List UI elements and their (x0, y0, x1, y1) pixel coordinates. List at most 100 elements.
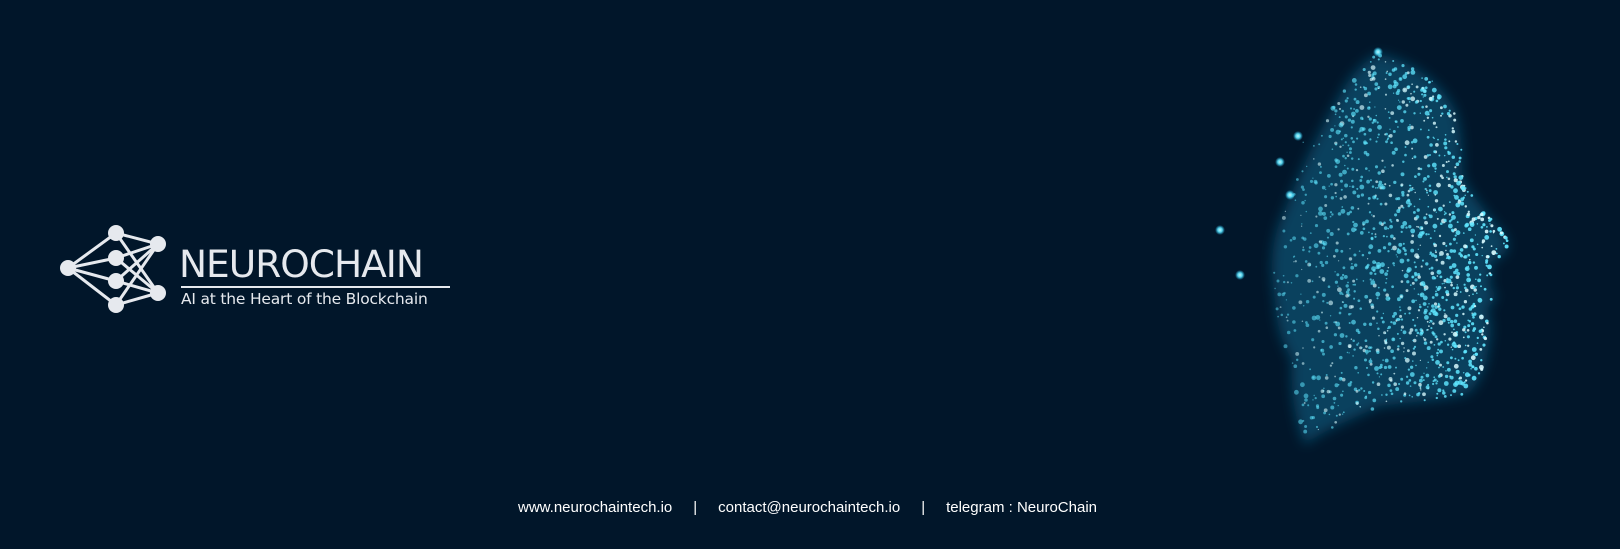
particle-dot (1468, 307, 1473, 311)
brand-logo: NEUROCHAIN AI at the Heart of the Blockc… (58, 225, 478, 325)
particle-dot (1391, 150, 1396, 155)
particle-dot (1420, 227, 1424, 230)
particle-dot (1466, 277, 1471, 283)
particle-dot (1443, 104, 1447, 109)
particle-dot (1362, 227, 1366, 231)
particle-dot (1419, 99, 1422, 103)
email-link[interactable]: contact@neurochaintech.io (718, 499, 900, 517)
particle-dot (1402, 242, 1405, 245)
particle-dot (1316, 290, 1319, 294)
particle-dot (1456, 142, 1459, 146)
particle-dot (1367, 115, 1370, 118)
particle-dot (1420, 88, 1424, 92)
particle-dot (1318, 143, 1321, 146)
particle-dot (1405, 375, 1409, 378)
particle-dot (1350, 157, 1354, 160)
particle-dot (1383, 331, 1387, 335)
particle-dot (1474, 265, 1478, 270)
particle-dot (1375, 140, 1378, 143)
particle-dot (1376, 197, 1379, 200)
particle-dot (1319, 260, 1323, 265)
particle-dot (1344, 164, 1346, 167)
particle-dot (1387, 365, 1392, 369)
brand-name: NEUROCHAIN (179, 242, 424, 286)
particle-dot (1421, 259, 1425, 262)
particle-dot (1392, 262, 1395, 265)
particle-dot (1399, 309, 1402, 312)
particle-dot (1313, 158, 1315, 160)
particle-dot (1486, 321, 1489, 325)
particle-dot (1407, 368, 1411, 371)
particle-dot (1335, 241, 1339, 245)
particle-dot (1387, 137, 1390, 140)
particle-dot (1384, 61, 1387, 63)
particle-dot (1472, 329, 1476, 332)
particle-dot (1351, 167, 1355, 171)
particle-dot (1446, 112, 1451, 116)
particle-dot (1354, 263, 1358, 267)
particle-dot (1440, 114, 1442, 117)
particle-dot (1408, 379, 1412, 382)
particle-dot (1277, 315, 1279, 318)
particle-dot (1307, 404, 1310, 407)
particle-dot (1300, 185, 1304, 189)
particle-dot (1372, 260, 1376, 264)
particle-dot (1406, 85, 1411, 89)
particle-dot (1449, 356, 1453, 360)
particle-dot (1392, 356, 1396, 360)
particle-dot (1331, 213, 1334, 216)
particle-dot (1431, 358, 1435, 361)
particle-dot (1339, 197, 1343, 200)
particle-dot (1435, 99, 1439, 103)
particle-dot (1384, 78, 1387, 80)
particle-dot (1347, 344, 1352, 348)
particle-dot (1428, 312, 1432, 316)
particle-dot (1467, 260, 1472, 265)
particle-dot (1368, 211, 1372, 214)
particle-dot (1442, 391, 1446, 395)
website-link[interactable]: www.neurochaintech.io (518, 499, 672, 517)
particle-dot (1423, 216, 1427, 220)
particle-dot (1319, 319, 1321, 321)
particle-dot (1466, 190, 1469, 193)
particle-dot (1422, 180, 1425, 183)
particle-dot (1394, 147, 1398, 152)
particle-dot (1337, 260, 1340, 262)
particle-dot (1374, 366, 1379, 371)
telegram-link[interactable]: telegram : NeuroChain (946, 499, 1097, 517)
particle-dot (1352, 279, 1356, 283)
particle-dot (1342, 144, 1344, 147)
particle-dot (1274, 287, 1276, 290)
particle-dot (1447, 177, 1451, 181)
particle-dot (1464, 194, 1466, 197)
particle-dot (1308, 250, 1311, 253)
particle-dot (1442, 366, 1445, 368)
particle-dot (1388, 72, 1392, 77)
particle-dot (1337, 101, 1341, 106)
particle-dot (1458, 307, 1462, 311)
particle-dot (1376, 136, 1379, 139)
particle-dot (1338, 311, 1342, 315)
particle-dot (1317, 329, 1321, 333)
particle-dot (1352, 339, 1355, 343)
particle-dot (1438, 154, 1441, 157)
particle-dot (1406, 349, 1410, 353)
particle-dot (1468, 359, 1472, 364)
particle-dot (1321, 292, 1326, 297)
particle-dot (1347, 288, 1351, 292)
particle-dot (1320, 389, 1325, 393)
particle-dot (1344, 183, 1349, 188)
particle-dot (1346, 151, 1348, 153)
particle-dot (1366, 179, 1370, 184)
particle-dot (1342, 390, 1344, 393)
particle-dot (1486, 226, 1488, 228)
particle-dot (1363, 132, 1367, 136)
particle-dot (1400, 280, 1404, 283)
particle-dot (1422, 96, 1424, 98)
particle-dot (1309, 179, 1314, 183)
particle-dot (1409, 184, 1412, 187)
particle-dot (1344, 141, 1347, 144)
particle-dot (1452, 331, 1458, 337)
particle-dot (1445, 370, 1447, 372)
particle-dot (1330, 127, 1335, 132)
